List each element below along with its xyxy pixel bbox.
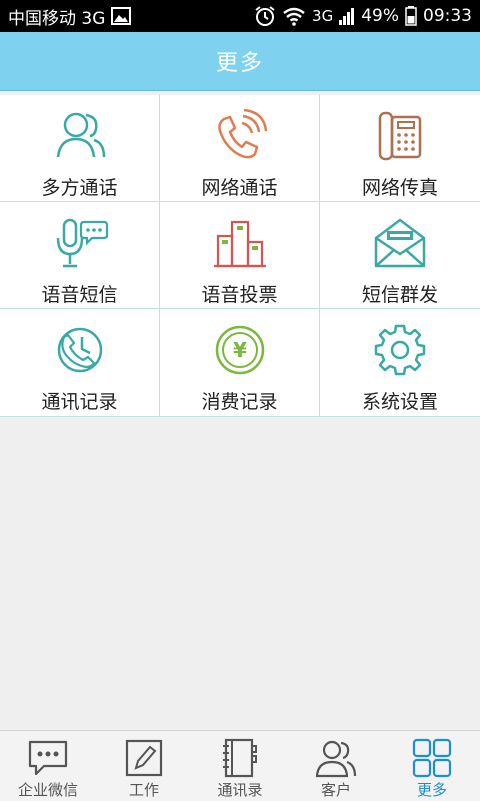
chat-bubble-icon — [26, 737, 70, 779]
signal-icon — [339, 7, 355, 25]
grid-item-system-settings[interactable]: 系统设置 — [320, 309, 480, 417]
alarm-icon — [254, 5, 276, 27]
settings-gear-icon — [370, 323, 430, 377]
feature-grid: 多方通话 网络通话 网络传真 语音短信 语音投票 短信群发 通讯记录 ¥ 消费记… — [0, 95, 480, 417]
tab-work[interactable]: 工作 — [96, 731, 192, 801]
grid-item-label: 语音投票 — [201, 284, 278, 306]
grid-item-label: 消费记录 — [201, 391, 278, 413]
call-log-icon — [50, 323, 110, 377]
tab-label: 企业微信 — [17, 781, 78, 799]
status-left: 中国移动 3G — [8, 4, 132, 29]
status-bar: 中国移动 3G 3G 49% 09:33 — [0, 0, 480, 32]
tab-label: 更多 — [416, 781, 447, 799]
grid-item-label: 短信群发 — [361, 284, 438, 306]
page-title: 更多 — [215, 51, 264, 76]
clock-label: 09:33 — [423, 6, 472, 26]
grid-item-label: 语音短信 — [41, 284, 118, 306]
grid-item-label: 通讯记录 — [41, 391, 118, 413]
bottom-tab-bar: 企业微信 工作 通讯录 客户 更多 — [0, 730, 480, 801]
sms-broadcast-icon — [370, 216, 430, 270]
tab-more[interactable]: 更多 — [384, 731, 480, 801]
gallery-notification-icon — [111, 7, 132, 25]
grid-item-network-fax[interactable]: 网络传真 — [320, 95, 480, 202]
grid-item-network-call[interactable]: 网络通话 — [160, 95, 320, 202]
grid-item-voice-vote[interactable]: 语音投票 — [160, 202, 320, 309]
battery-icon — [405, 6, 417, 26]
tab-customers[interactable]: 客户 — [288, 731, 384, 801]
multi-party-call-icon — [50, 109, 110, 163]
grid-more-icon — [410, 737, 454, 779]
grid-item-voice-sms[interactable]: 语音短信 — [0, 202, 160, 309]
pen-edit-icon — [122, 737, 166, 779]
page-header: 更多 — [0, 32, 480, 91]
grid-item-expense-record[interactable]: ¥ 消费记录 — [160, 309, 320, 417]
grid-item-call-log[interactable]: 通讯记录 — [0, 309, 160, 417]
svg-text:¥: ¥ — [233, 338, 247, 362]
tab-label: 工作 — [128, 781, 159, 799]
customers-icon — [314, 737, 358, 779]
battery-label: 49% — [361, 6, 399, 26]
grid-item-label: 网络传真 — [361, 177, 438, 199]
tab-label: 客户 — [320, 781, 351, 799]
address-book-icon — [218, 737, 262, 779]
network-fax-icon — [370, 109, 430, 163]
grid-item-sms-broadcast[interactable]: 短信群发 — [320, 202, 480, 309]
tab-label: 通讯录 — [217, 781, 263, 799]
tab-contacts[interactable]: 通讯录 — [192, 731, 288, 801]
voice-vote-icon — [210, 216, 270, 270]
grid-item-multi-party-call[interactable]: 多方通话 — [0, 95, 160, 202]
wifi-icon — [282, 6, 306, 26]
expense-record-icon: ¥ — [210, 323, 270, 377]
tab-enterprise-wechat[interactable]: 企业微信 — [0, 731, 96, 801]
network-call-icon — [210, 109, 270, 163]
network-type-label: 3G — [312, 7, 334, 25]
voice-sms-icon — [50, 216, 110, 270]
status-right: 3G 49% 09:33 — [254, 5, 472, 27]
grid-item-label: 网络通话 — [201, 177, 278, 199]
grid-item-label: 多方通话 — [41, 177, 118, 199]
grid-item-label: 系统设置 — [361, 391, 438, 413]
carrier-label: 中国移动 3G — [8, 8, 106, 29]
